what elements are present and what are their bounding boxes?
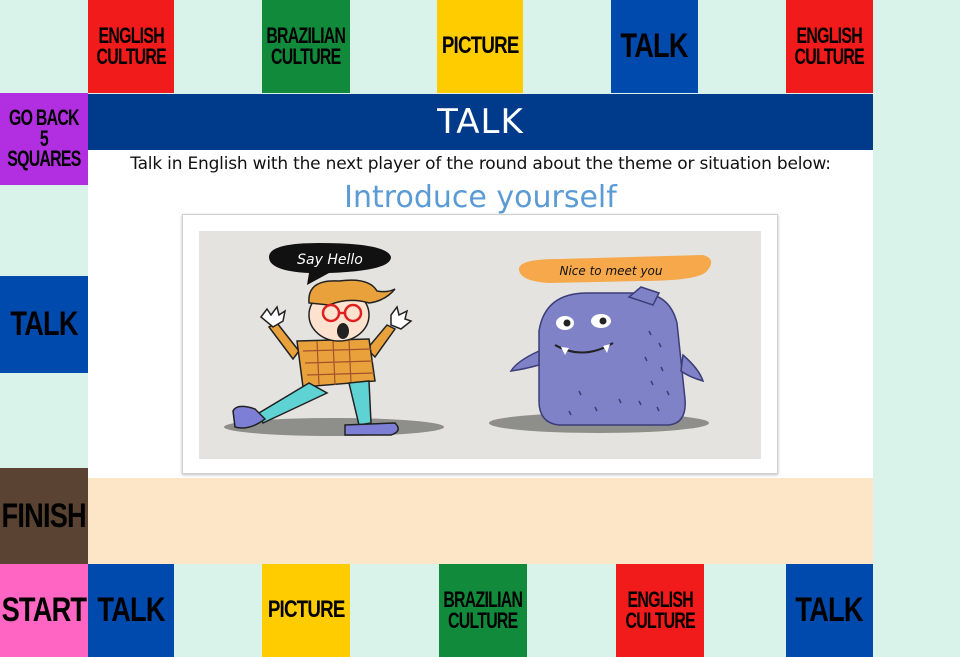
square-label: START (1, 591, 87, 630)
square-talk[interactable]: TALK (786, 564, 873, 657)
square-talk[interactable]: TALK (88, 564, 174, 657)
square-talk[interactable]: TALK (0, 276, 88, 373)
square-label: CULTURE (625, 607, 695, 633)
talk-card: TALK Talk in English with the next playe… (88, 94, 873, 478)
square-start[interactable]: START (0, 564, 88, 657)
square-label: CULTURE (96, 43, 166, 69)
square-label: TALK (620, 27, 689, 66)
square-talk[interactable]: TALK (611, 0, 698, 93)
square-brazilian-culture[interactable]: BRAZILIAN CULTURE (262, 0, 350, 93)
illustration-frame: Say Hello Nice to meet you (182, 214, 778, 474)
square-brazilian-culture[interactable]: BRAZILIAN CULTURE (439, 564, 527, 657)
illustration-say-hello: Say Hello Nice to meet you (199, 231, 761, 459)
square-english-culture[interactable]: ENGLISH CULTURE (616, 564, 704, 657)
square-label: PICTURE (441, 32, 519, 60)
square-label: TALK (795, 591, 864, 630)
square-label: FINISH (1, 496, 87, 535)
square-label: TALK (97, 591, 165, 630)
square-finish[interactable]: FINISH (0, 468, 88, 564)
card-title: TALK (88, 94, 873, 150)
square-english-culture[interactable]: ENGLISH CULTURE (88, 0, 174, 93)
square-picture[interactable]: PICTURE (262, 564, 350, 657)
bubble-right-text: Nice to meet you (560, 264, 663, 278)
square-english-culture[interactable]: ENGLISH CULTURE (786, 0, 873, 93)
square-label: CULTURE (448, 607, 518, 633)
square-go-back[interactable]: GO BACK 5 SQUARES (0, 93, 88, 185)
square-label: PICTURE (267, 596, 345, 624)
square-label: CULTURE (794, 43, 865, 69)
square-label: 5 SQUARES (7, 125, 81, 172)
square-label: TALK (10, 305, 78, 344)
bubble-left-text: Say Hello (297, 252, 363, 268)
card-instruction: Talk in English with the next player of … (130, 154, 831, 174)
card-footer-band (88, 478, 873, 564)
card-theme: Introduce yourself (344, 180, 617, 215)
square-picture[interactable]: PICTURE (437, 0, 523, 93)
square-label: CULTURE (271, 43, 341, 69)
